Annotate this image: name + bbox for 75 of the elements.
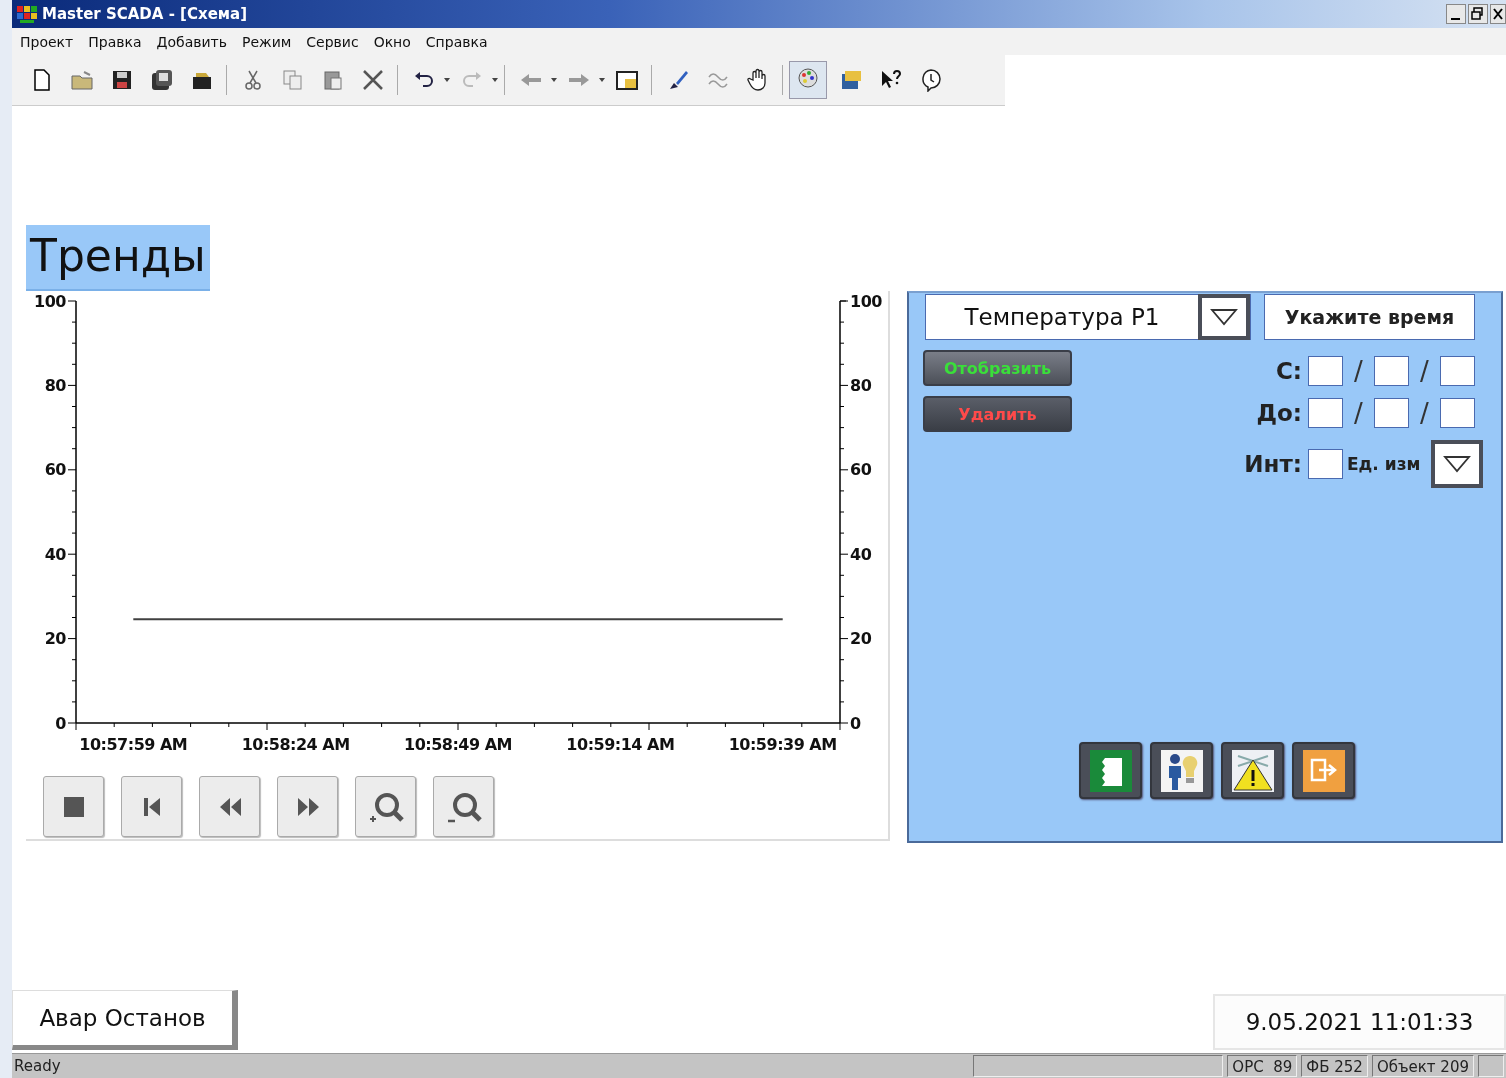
date-field[interactable] bbox=[1440, 356, 1475, 386]
date-field[interactable] bbox=[1308, 356, 1343, 386]
folder-icon[interactable] bbox=[70, 68, 94, 92]
dropdown-arrow-icon bbox=[1209, 307, 1239, 327]
tick-label: 0 bbox=[850, 713, 861, 733]
users-button[interactable] bbox=[1150, 742, 1213, 799]
close-icon[interactable] bbox=[1490, 4, 1506, 24]
status-pane bbox=[1478, 1055, 1504, 1077]
emergency-stop-button[interactable]: Авар Останов bbox=[12, 990, 238, 1050]
database-icon[interactable] bbox=[839, 68, 863, 92]
tick-label: 20 bbox=[44, 629, 66, 649]
date-separator: / bbox=[1353, 356, 1364, 386]
date-field[interactable] bbox=[1374, 356, 1409, 386]
minimize-icon[interactable] bbox=[1446, 4, 1466, 24]
unit-dropdown[interactable] bbox=[1431, 440, 1483, 488]
date-separator: / bbox=[1419, 356, 1430, 386]
tick-label: 40 bbox=[850, 544, 872, 564]
dropdown-arrow-icon bbox=[1442, 454, 1472, 474]
window-icon[interactable] bbox=[615, 68, 639, 92]
interval-field[interactable] bbox=[1308, 449, 1343, 479]
status-message: Ready bbox=[13, 1056, 62, 1077]
exit-button[interactable] bbox=[1292, 742, 1355, 799]
tick-label: 10:59:14 AM bbox=[566, 735, 675, 754]
window-title: Master SCADA - [Схема] bbox=[42, 5, 249, 23]
tick-label: 60 bbox=[850, 460, 872, 480]
menu-item[interactable]: Окно bbox=[367, 31, 420, 52]
parameter-dropdown[interactable]: Температура P1 bbox=[925, 294, 1251, 340]
date-field[interactable] bbox=[1374, 398, 1409, 428]
menu-item[interactable]: Сервис bbox=[300, 31, 368, 52]
delete-icon[interactable] bbox=[361, 68, 385, 92]
first-button[interactable] bbox=[121, 776, 182, 837]
menu-item[interactable]: Справка bbox=[419, 31, 497, 52]
zoom-in-button[interactable] bbox=[355, 776, 416, 837]
tick-label: 100 bbox=[34, 291, 66, 311]
date-field[interactable] bbox=[1440, 398, 1475, 428]
zoom-out-button[interactable] bbox=[433, 776, 494, 837]
clipboard-icon[interactable] bbox=[321, 68, 345, 92]
menu-item[interactable]: Режим bbox=[236, 31, 301, 52]
tick-label: 80 bbox=[850, 375, 872, 395]
app-icon bbox=[16, 4, 38, 24]
tick-label: 10:58:24 AM bbox=[241, 735, 350, 754]
tick-label: 100 bbox=[850, 291, 882, 311]
status-pane: Объект 209 bbox=[1371, 1055, 1474, 1077]
rewind-button[interactable] bbox=[199, 776, 260, 837]
field-label: До: bbox=[1255, 400, 1303, 426]
restore-icon[interactable] bbox=[1468, 4, 1488, 24]
stop-button[interactable] bbox=[43, 776, 104, 837]
tick-label: 40 bbox=[44, 544, 66, 564]
menu-item[interactable]: Проект bbox=[14, 31, 83, 52]
status-pane: OPC 89 bbox=[1227, 1055, 1298, 1077]
palette-icon[interactable] bbox=[796, 66, 820, 90]
date-field[interactable] bbox=[1308, 398, 1343, 428]
date-separator: / bbox=[1353, 398, 1364, 428]
report-button[interactable] bbox=[1079, 742, 1142, 799]
tick-label: 60 bbox=[44, 460, 66, 480]
menu-item[interactable]: Добавить bbox=[150, 31, 236, 52]
set-time-button[interactable]: Укажите время bbox=[1264, 294, 1475, 340]
tick-label: 20 bbox=[850, 629, 872, 649]
menu-item[interactable]: Правка bbox=[82, 31, 151, 52]
alarms-button[interactable] bbox=[1221, 742, 1284, 799]
date-time-display: 9.05.2021 11:01:33 bbox=[1213, 994, 1506, 1050]
disks-icon[interactable] bbox=[150, 68, 174, 92]
field-label: С: bbox=[1274, 358, 1303, 384]
date-separator: / bbox=[1419, 398, 1430, 428]
tick-label: 10:59:39 AM bbox=[728, 735, 837, 754]
tick-label: 10:57:59 AM bbox=[79, 735, 188, 754]
status-pane: ФБ 252 bbox=[1301, 1055, 1368, 1077]
section-heading: Тренды bbox=[26, 225, 210, 291]
tick-label: 0 bbox=[55, 713, 66, 733]
clock-icon[interactable] bbox=[919, 68, 943, 92]
unit-label: Ед. изм bbox=[1347, 453, 1421, 475]
tick-label: 80 bbox=[44, 375, 66, 395]
tick-label: 10:58:49 AM bbox=[404, 735, 512, 754]
forward-button[interactable] bbox=[277, 776, 338, 837]
field-label: Инт: bbox=[1244, 451, 1303, 477]
